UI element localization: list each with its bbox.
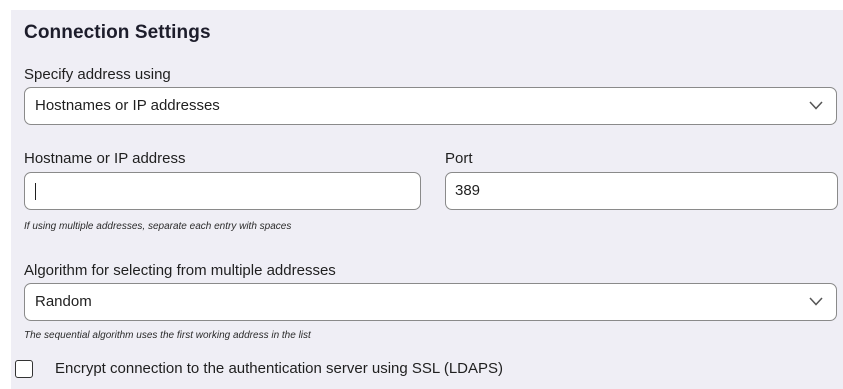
port-value: 389 — [455, 182, 481, 199]
ssl-checkbox[interactable] — [15, 360, 33, 378]
text-cursor — [35, 183, 36, 200]
algorithm-value: Random — [35, 293, 92, 310]
hostname-label: Hostname or IP address — [24, 150, 186, 167]
algorithm-hint: The sequential algorithm uses the first … — [24, 330, 311, 341]
hostname-hint: If using multiple addresses, separate ea… — [24, 221, 292, 232]
algorithm-label: Algorithm for selecting from multiple ad… — [24, 262, 336, 279]
chevron-down-icon — [809, 297, 823, 306]
port-label: Port — [445, 150, 473, 167]
port-input[interactable]: 389 — [445, 172, 838, 210]
connection-settings-panel: Connection Settings Specify address usin… — [11, 10, 843, 389]
address-mode-select[interactable]: Hostnames or IP addresses — [24, 87, 837, 125]
ssl-checkbox-label[interactable]: Encrypt connection to the authentication… — [55, 360, 503, 377]
hostname-input[interactable] — [24, 172, 421, 210]
chevron-down-icon — [809, 101, 823, 110]
section-title: Connection Settings — [24, 22, 211, 43]
address-mode-label: Specify address using — [24, 66, 171, 83]
address-mode-value: Hostnames or IP addresses — [35, 97, 220, 114]
algorithm-select[interactable]: Random — [24, 283, 837, 321]
